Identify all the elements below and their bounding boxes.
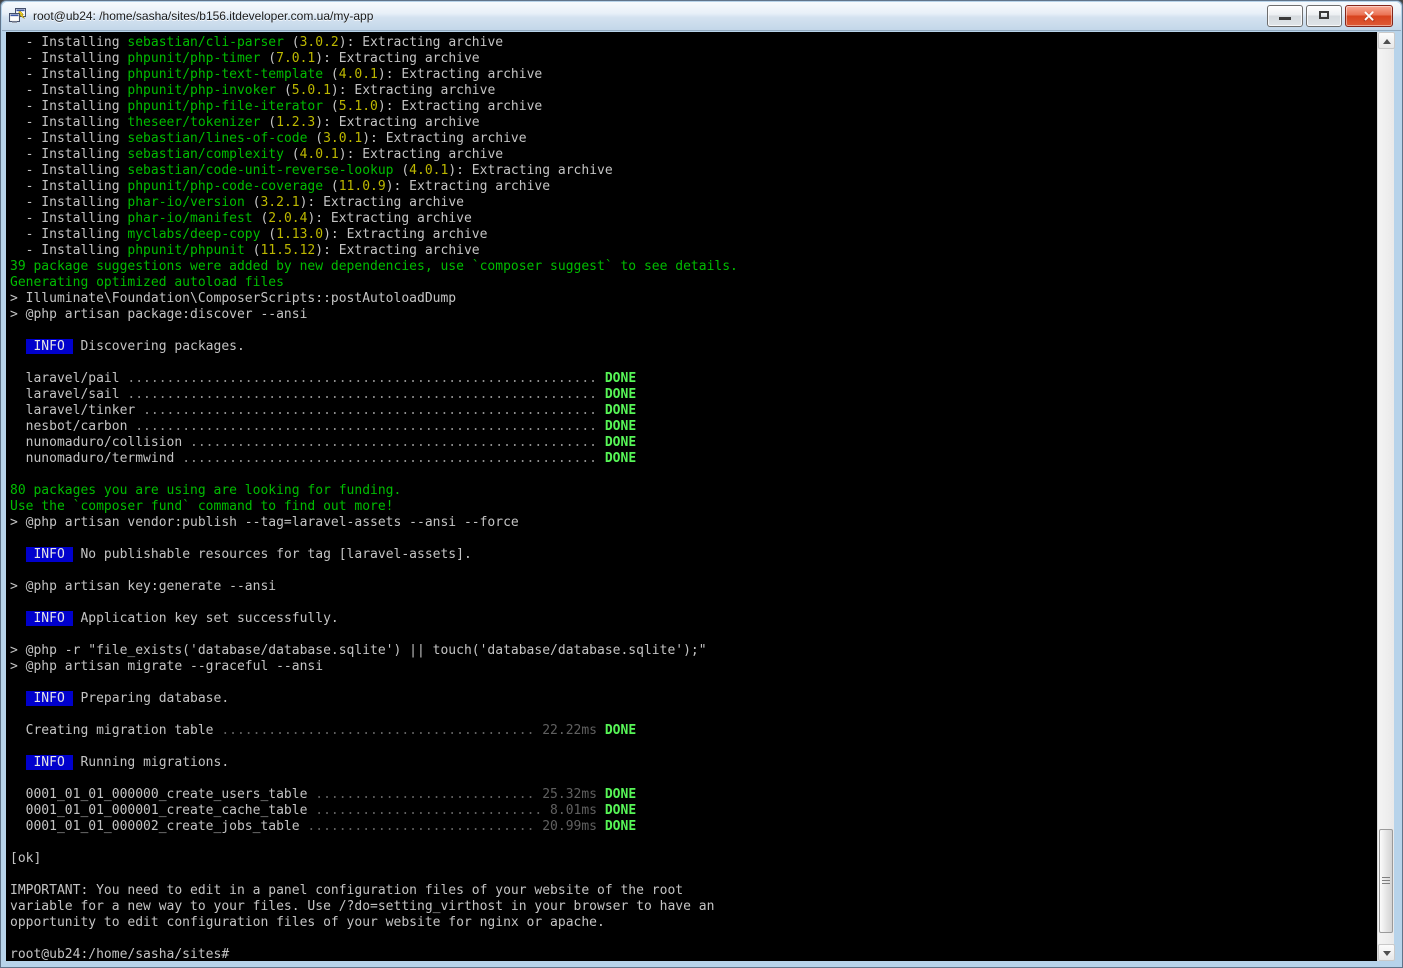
title-bar[interactable]: root@ub24: /home/sasha/sites/b156.itdeve… — [2, 2, 1401, 31]
terminal-line: - Installing theseer/tokenizer (1.2.3): … — [10, 115, 1378, 131]
terminal-line: IMPORTANT: You need to edit in a panel c… — [10, 883, 1378, 899]
terminal-line: INFO Running migrations. — [10, 755, 1378, 771]
terminal-line: - Installing phpunit/php-timer (7.0.1): … — [10, 51, 1378, 67]
terminal-line: > @php -r "file_exists('database/databas… — [10, 643, 1378, 659]
terminal-line: 39 package suggestions were added by new… — [10, 259, 1378, 275]
terminal-line: 0001_01_01_000002_create_jobs_table ....… — [10, 819, 1378, 835]
scroll-up-icon — [1383, 39, 1391, 44]
terminal-line: > @php artisan package:discover --ansi — [10, 307, 1378, 323]
minimize-icon — [1279, 17, 1291, 20]
scrollbar-grip-icon — [1382, 877, 1390, 885]
terminal-line: - Installing sebastian/lines-of-code (3.… — [10, 131, 1378, 147]
terminal-line: > @php artisan migrate --graceful --ansi — [10, 659, 1378, 675]
terminal-line: root@ub24:/home/sasha/sites# — [10, 947, 1378, 961]
terminal-line — [10, 771, 1378, 787]
terminal-line: [ok] — [10, 851, 1378, 867]
scroll-up-button[interactable] — [1378, 32, 1395, 49]
terminal-line: laravel/pail ...........................… — [10, 371, 1378, 387]
scrollbar[interactable] — [1377, 32, 1394, 961]
terminal-line: - Installing phpunit/phpunit (11.5.12): … — [10, 243, 1378, 259]
terminal-line: - Installing phpunit/php-invoker (5.0.1)… — [10, 83, 1378, 99]
window-title: root@ub24: /home/sasha/sites/b156.itdeve… — [33, 9, 1267, 23]
terminal-line: Generating optimized autoload files — [10, 275, 1378, 291]
terminal-line: nunomaduro/termwind ....................… — [10, 451, 1378, 467]
maximize-button[interactable] — [1306, 5, 1342, 27]
terminal-line — [10, 467, 1378, 483]
terminal-line — [10, 355, 1378, 371]
maximize-icon — [1319, 11, 1329, 19]
terminal-line — [10, 931, 1378, 947]
terminal-line — [10, 627, 1378, 643]
terminal-line: - Installing sebastian/code-unit-reverse… — [10, 163, 1378, 179]
terminal-line: Use the `composer fund` command to find … — [10, 499, 1378, 515]
terminal-line: INFO Preparing database. — [10, 691, 1378, 707]
terminal-line: laravel/sail ...........................… — [10, 387, 1378, 403]
minimize-button[interactable] — [1267, 5, 1303, 27]
terminal-line — [10, 595, 1378, 611]
terminal-line — [10, 323, 1378, 339]
terminal-line — [10, 675, 1378, 691]
scrollbar-thumb[interactable] — [1379, 829, 1393, 933]
terminal-line — [10, 835, 1378, 851]
window-controls — [1267, 5, 1393, 27]
terminal-line: > @php artisan key:generate --ansi — [10, 579, 1378, 595]
scroll-down-icon — [1383, 951, 1391, 956]
terminal-line: - Installing phar-io/version (3.2.1): Ex… — [10, 195, 1378, 211]
terminal-line — [10, 707, 1378, 723]
terminal-line: nesbot/carbon ..........................… — [10, 419, 1378, 435]
terminal-line: nunomaduro/collision ...................… — [10, 435, 1378, 451]
terminal-line: > @php artisan vendor:publish --tag=lara… — [10, 515, 1378, 531]
close-icon — [1362, 9, 1376, 23]
terminal-line: INFO Application key set successfully. — [10, 611, 1378, 627]
terminal-output[interactable]: - Installing sebastian/cli-parser (3.0.2… — [6, 32, 1378, 961]
scroll-down-button[interactable] — [1378, 944, 1395, 961]
terminal-line: - Installing phpunit/php-text-template (… — [10, 67, 1378, 83]
terminal-line: opportunity to edit configuration files … — [10, 915, 1378, 931]
terminal-line: - Installing phpunit/php-file-iterator (… — [10, 99, 1378, 115]
terminal-line: > Illuminate\Foundation\ComposerScripts:… — [10, 291, 1378, 307]
terminal-line: laravel/tinker .........................… — [10, 403, 1378, 419]
terminal-line: 0001_01_01_000001_create_cache_table ...… — [10, 803, 1378, 819]
terminal-line: Creating migration table ...............… — [10, 723, 1378, 739]
terminal-line — [10, 531, 1378, 547]
putty-window: root@ub24: /home/sasha/sites/b156.itdeve… — [0, 0, 1403, 968]
terminal-line: - Installing phar-io/manifest (2.0.4): E… — [10, 211, 1378, 227]
terminal-line — [10, 563, 1378, 579]
terminal-line: - Installing sebastian/cli-parser (3.0.2… — [10, 35, 1378, 51]
terminal-line: INFO Discovering packages. — [10, 339, 1378, 355]
terminal-line — [10, 739, 1378, 755]
terminal-line: 80 packages you are using are looking fo… — [10, 483, 1378, 499]
close-button[interactable] — [1345, 5, 1393, 27]
terminal-line: variable for a new way to your files. Us… — [10, 899, 1378, 915]
putty-icon[interactable] — [9, 8, 27, 24]
terminal-line: - Installing phpunit/php-code-coverage (… — [10, 179, 1378, 195]
terminal-line: - Installing myclabs/deep-copy (1.13.0):… — [10, 227, 1378, 243]
terminal-line: - Installing sebastian/complexity (4.0.1… — [10, 147, 1378, 163]
terminal-line: INFO No publishable resources for tag [l… — [10, 547, 1378, 563]
terminal-line: 0001_01_01_000000_create_users_table ...… — [10, 787, 1378, 803]
terminal-line — [10, 867, 1378, 883]
